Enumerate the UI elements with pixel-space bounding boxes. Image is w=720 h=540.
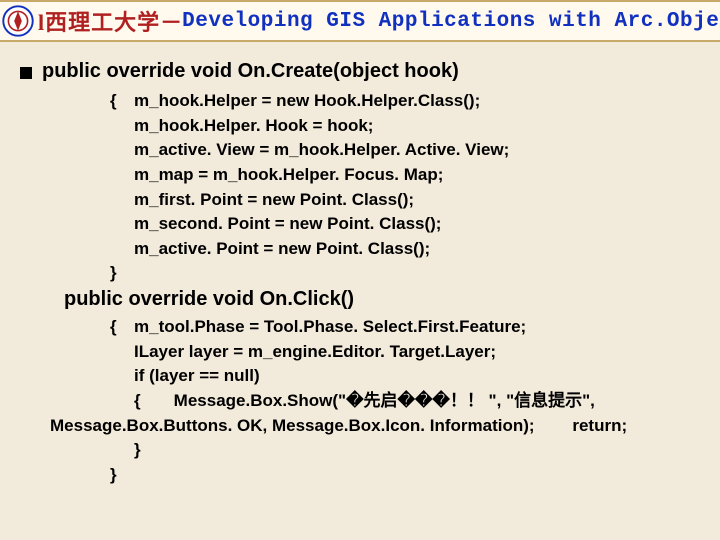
code-block-onclick: {m_tool.Phase = Tool.Phase. Select.First… bbox=[110, 315, 710, 487]
brace-open: { bbox=[110, 315, 134, 340]
slide-body: public override void On.Create(object ho… bbox=[20, 60, 710, 488]
title-bar: l西理工大学 － Developing GIS Applications wit… bbox=[0, 0, 720, 42]
code-line: m_first. Point = new Point. Class(); bbox=[134, 190, 414, 209]
method-signature-onclick: public override void On.Click() bbox=[64, 288, 710, 311]
inner-brace-close: } bbox=[134, 440, 141, 459]
method-signature-oncreate: public override void On.Create(object ho… bbox=[42, 60, 459, 83]
code-line: m_map = m_hook.Helper. Focus. Map; bbox=[134, 165, 443, 184]
code-line: m_tool.Phase = Tool.Phase. Select.First.… bbox=[134, 317, 526, 336]
code-line: m_hook.Helper = new Hook.Helper.Class(); bbox=[134, 91, 480, 110]
brace-close: } bbox=[110, 261, 710, 286]
brace-close: } bbox=[110, 463, 710, 488]
bullet-icon bbox=[20, 67, 32, 79]
code-line: Message.Box.Buttons. OK, Message.Box.Ico… bbox=[50, 414, 710, 439]
code-line: m_second. Point = new Point. Class(); bbox=[134, 214, 441, 233]
code-line: if (layer == null) bbox=[134, 366, 260, 385]
code-line: ILayer layer = m_engine.Editor. Target.L… bbox=[134, 342, 496, 361]
brace-open: { bbox=[110, 89, 134, 114]
title-separator: － bbox=[160, 5, 182, 37]
code-line: m_hook.Helper. Hook = hook; bbox=[134, 116, 373, 135]
slide: l西理工大学 － Developing GIS Applications wit… bbox=[0, 0, 720, 540]
university-logo-icon bbox=[2, 5, 34, 37]
course-title: Developing GIS Applications with Arc.Obj… bbox=[182, 10, 720, 33]
code-line: m_active. Point = new Point. Class(); bbox=[134, 239, 430, 258]
code-line: { Message.Box.Show("�先启���！！ ", "信息提示", bbox=[134, 391, 595, 410]
bullet-item: public override void On.Create(object ho… bbox=[20, 60, 710, 83]
code-line: m_active. View = m_hook.Helper. Active. … bbox=[134, 140, 509, 159]
university-name: l西理工大学 bbox=[38, 5, 160, 37]
code-block-oncreate: {m_hook.Helper = new Hook.Helper.Class()… bbox=[110, 89, 710, 286]
